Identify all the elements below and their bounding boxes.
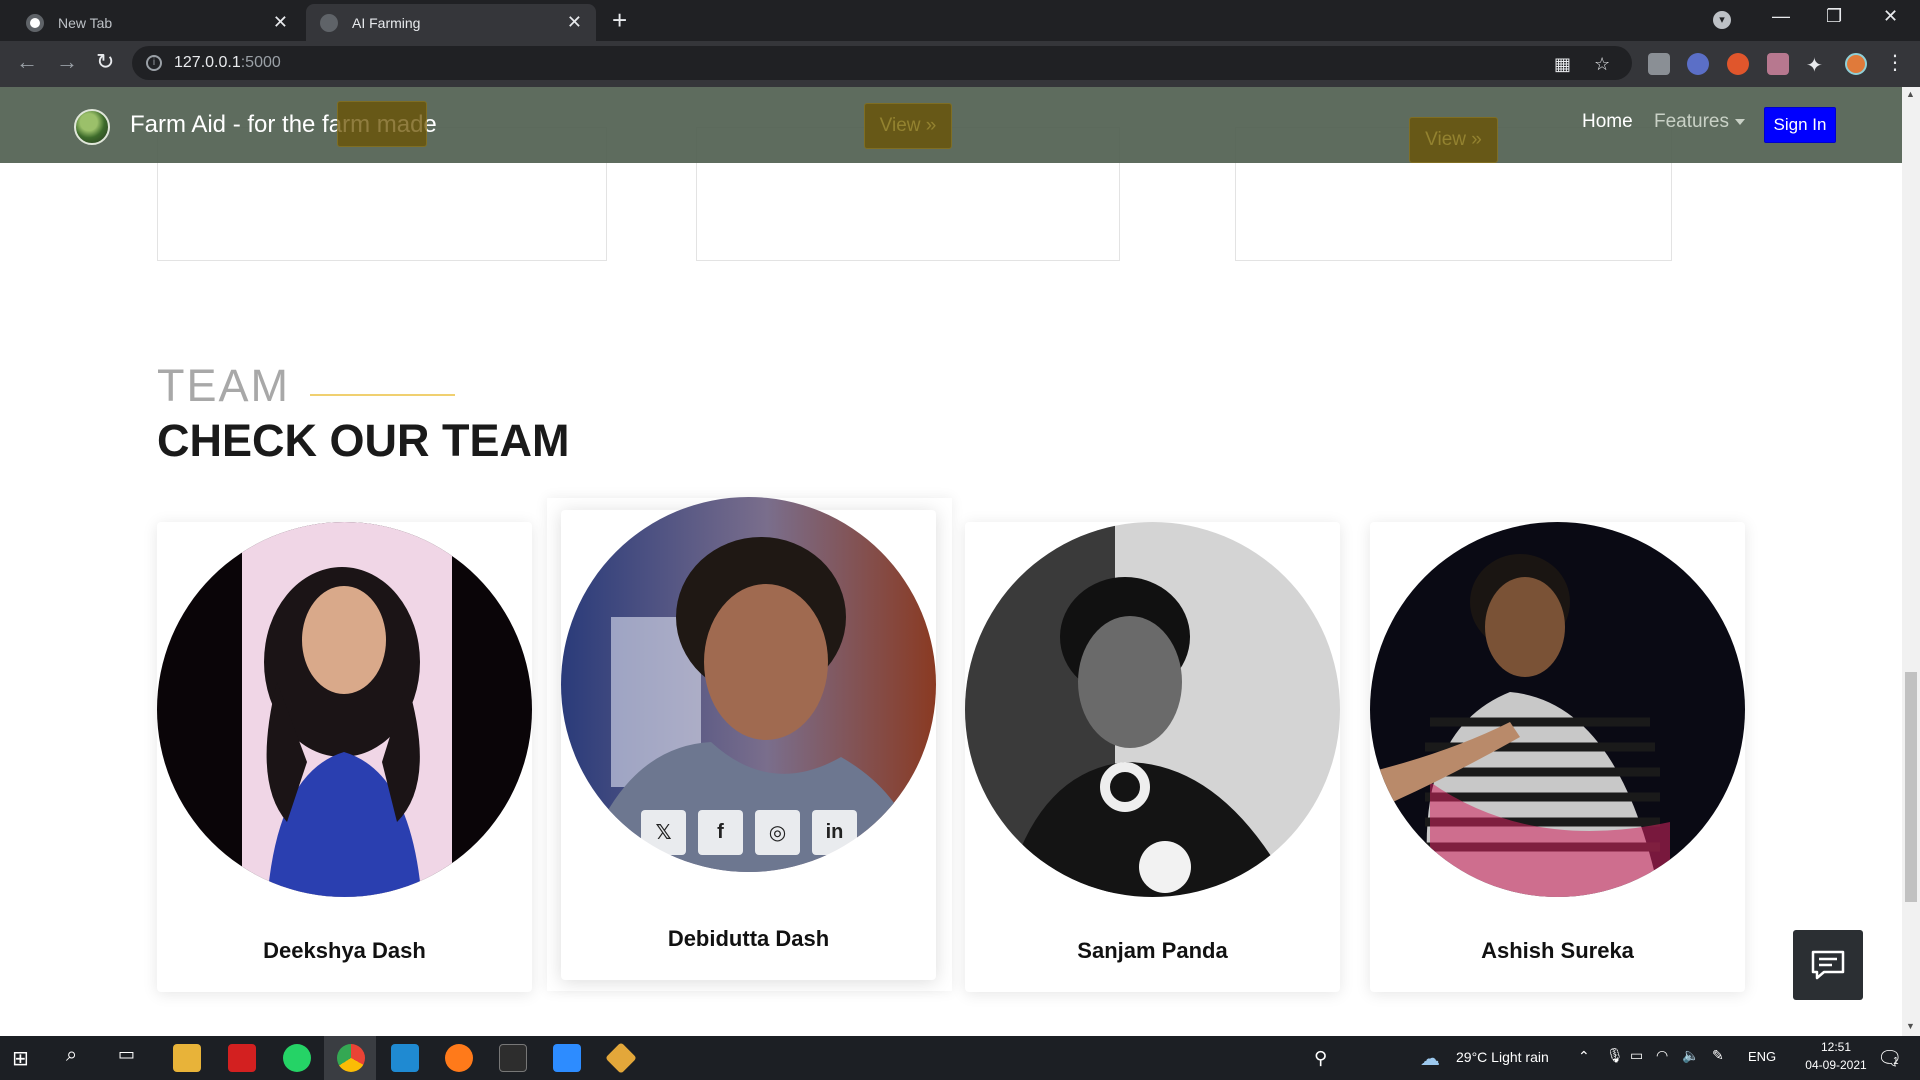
- nav-features-dropdown[interactable]: Features: [1654, 111, 1745, 133]
- reload-icon[interactable]: ↻: [96, 49, 114, 75]
- scrollbar-thumb[interactable]: [1905, 672, 1917, 902]
- forward-icon[interactable]: →: [56, 49, 78, 75]
- speaker-icon[interactable]: 🔈: [1682, 1047, 1699, 1064]
- member-name: Sanjam Panda: [1077, 938, 1228, 963]
- chat-icon: [1811, 950, 1845, 980]
- extension-icon-3[interactable]: [1727, 53, 1749, 75]
- menu-kebab-icon[interactable]: ⋮: [1885, 50, 1907, 74]
- view-button[interactable]: View »: [1409, 117, 1498, 163]
- tab-search-icon[interactable]: ▾: [1713, 11, 1731, 29]
- info-icon[interactable]: i: [146, 55, 162, 71]
- scroll-down-icon[interactable]: ▼: [1906, 1021, 1915, 1031]
- team-member-card[interactable]: Ashish Sureka: [1370, 522, 1745, 992]
- windows-start-icon[interactable]: ⊞: [12, 1046, 34, 1070]
- whatsapp-icon[interactable]: [283, 1044, 311, 1072]
- member-photo: [965, 522, 1340, 897]
- brand-logo[interactable]: [74, 109, 110, 145]
- browser-tab-strip: New Tab ✕ AI Farming ✕ + ▾ — ❐ ✕: [0, 0, 1920, 41]
- windows-taskbar: ⊞ ⌕ ▭ ⚲ ☁ 29°C Light rain ⌃ 🎙 ▭ ◠ 🔈 ✎ EN…: [0, 1036, 1920, 1080]
- globe-icon: [320, 13, 338, 32]
- member-photo: [1370, 522, 1745, 897]
- git-icon[interactable]: [605, 1042, 637, 1074]
- member-photo: [157, 522, 532, 897]
- section-divider: [310, 394, 455, 396]
- terminal-icon[interactable]: [499, 1044, 527, 1072]
- profile-avatar-icon[interactable]: [1845, 53, 1867, 75]
- sign-in-button[interactable]: Sign In: [1764, 107, 1836, 143]
- section-label: TEAM: [157, 360, 291, 411]
- team-member-card[interactable]: Sanjam Panda: [965, 522, 1340, 992]
- extension-icon-1[interactable]: [1648, 53, 1670, 75]
- view-button[interactable]: [337, 101, 427, 147]
- qr-code-icon[interactable]: ▦: [1554, 54, 1571, 75]
- puzzle-icon[interactable]: ✦: [1806, 53, 1828, 77]
- minimize-icon[interactable]: —: [1772, 6, 1790, 27]
- caret-down-icon: [1734, 118, 1745, 125]
- member-name: Debidutta Dash: [667, 926, 830, 951]
- clock-time[interactable]: 12:51: [1806, 1040, 1866, 1054]
- tab-title: AI Farming: [352, 14, 421, 31]
- close-tab-icon[interactable]: ✕: [567, 12, 582, 33]
- instagram-icon[interactable]: ◎: [755, 810, 800, 855]
- restore-icon[interactable]: ❐: [1826, 6, 1842, 27]
- bookmark-star-icon[interactable]: ☆: [1594, 54, 1610, 75]
- scroll-up-icon[interactable]: ▲: [1906, 89, 1915, 99]
- search-icon[interactable]: ⌕: [66, 1044, 94, 1072]
- chrome-icon: [26, 13, 44, 32]
- team-member-card[interactable]: 𝕏 f ◎ in Debidutta Dash: [561, 497, 936, 980]
- tab-new-tab[interactable]: New Tab ✕: [12, 4, 302, 41]
- extension-icon-2[interactable]: [1687, 53, 1709, 75]
- wifi-icon[interactable]: ◠: [1656, 1047, 1668, 1064]
- url-host: 127.0.0.1: [174, 54, 241, 71]
- zoom-icon[interactable]: [553, 1044, 581, 1072]
- clock-date[interactable]: 04-09-2021: [1796, 1058, 1876, 1072]
- vscode-icon[interactable]: [391, 1044, 419, 1072]
- team-member-card[interactable]: Deekshya Dash: [157, 522, 532, 992]
- twitter-icon[interactable]: 𝕏: [641, 810, 686, 855]
- nav-features-label: Features: [1654, 111, 1729, 132]
- extension-icon-4[interactable]: [1767, 53, 1789, 75]
- file-explorer-icon[interactable]: [173, 1044, 201, 1072]
- tab-title: New Tab: [58, 14, 113, 31]
- member-name: Ashish Sureka: [1481, 938, 1634, 963]
- nav-home-link[interactable]: Home: [1582, 111, 1633, 133]
- chat-widget-button[interactable]: [1793, 930, 1863, 1000]
- tab-ai-farming[interactable]: AI Farming ✕: [306, 4, 596, 41]
- task-view-icon[interactable]: ▭: [118, 1044, 146, 1072]
- close-tab-icon[interactable]: ✕: [273, 12, 288, 33]
- view-button[interactable]: View »: [864, 103, 952, 149]
- section-title: CHECK OUR TEAM: [157, 415, 570, 466]
- new-tab-button[interactable]: +: [612, 6, 627, 34]
- microphone-icon[interactable]: 🎙: [1606, 1047, 1624, 1064]
- acrobat-icon[interactable]: [228, 1044, 256, 1072]
- page-scrollbar[interactable]: ▲ ▼: [1902, 87, 1920, 1036]
- chrome-taskbar-icon[interactable]: [337, 1044, 365, 1072]
- member-name: Deekshya Dash: [263, 938, 426, 963]
- battery-icon[interactable]: ▭: [1630, 1047, 1643, 1064]
- facebook-icon[interactable]: f: [698, 810, 743, 855]
- firefox-icon[interactable]: [445, 1044, 473, 1072]
- linkedin-icon[interactable]: in: [812, 810, 857, 855]
- weather-text[interactable]: 29°C Light rain: [1456, 1049, 1549, 1065]
- language-indicator[interactable]: ENG: [1748, 1049, 1776, 1064]
- cloud-weather-icon[interactable]: ☁: [1420, 1046, 1440, 1071]
- social-links: 𝕏 f ◎ in: [641, 810, 857, 855]
- url-port: :5000: [240, 54, 281, 71]
- back-icon[interactable]: ←: [16, 49, 38, 75]
- close-window-icon[interactable]: ✕: [1883, 6, 1898, 27]
- browser-toolbar: ← → ↻ i 127.0.0.1 :5000 ▦ ☆: [0, 41, 1920, 87]
- page-viewport: Farm Aid - for the farm made Home Featur…: [0, 87, 1902, 1036]
- pen-icon[interactable]: ✎: [1712, 1047, 1724, 1064]
- notification-count: 1: [1893, 1056, 1899, 1067]
- chevron-up-icon[interactable]: ⌃: [1578, 1048, 1590, 1065]
- people-icon[interactable]: ⚲: [1314, 1048, 1327, 1069]
- address-bar[interactable]: i 127.0.0.1 :5000 ▦ ☆: [132, 46, 1632, 80]
